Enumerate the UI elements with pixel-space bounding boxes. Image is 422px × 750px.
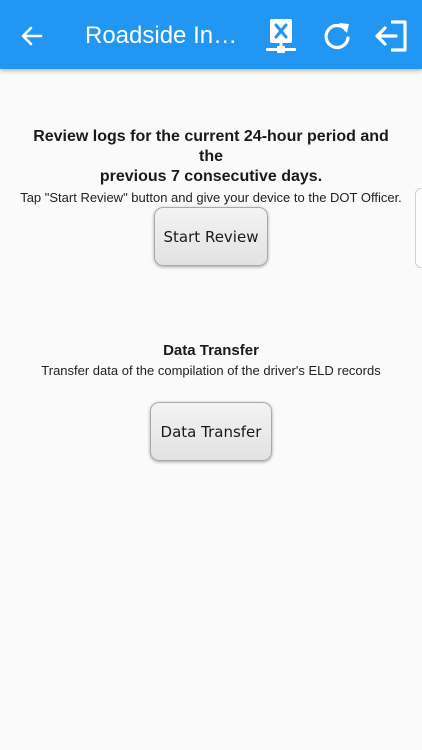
transfer-description: Transfer data of the compilation of the … [41, 363, 381, 378]
transfer-heading: Data Transfer [163, 342, 259, 359]
review-heading-line2: previous 7 consecutive days. [99, 168, 323, 185]
back-button[interactable] [14, 18, 50, 54]
logout-icon [375, 20, 407, 52]
refresh-icon [324, 23, 350, 50]
review-section: Review logs for the current 24-hour peri… [0, 127, 422, 207]
app-bar: Roadside Ins… [0, 0, 422, 69]
logout-button[interactable] [372, 16, 412, 56]
start-review-button[interactable]: Start Review [154, 207, 268, 266]
edge-drawer-handle[interactable] [415, 188, 422, 268]
page-title: Roadside Ins… [85, 22, 245, 49]
review-heading-line1: Review logs for the current 24-hour peri… [33, 128, 389, 165]
data-transfer-button[interactable]: Data Transfer [150, 402, 272, 461]
network-status-button[interactable] [261, 16, 301, 56]
network-disconnected-icon [266, 19, 296, 53]
refresh-button[interactable] [317, 16, 357, 56]
transfer-section: Data Transfer Transfer data of the compi… [0, 341, 422, 380]
arrow-left-icon [21, 26, 43, 46]
review-instructions: Tap "Start Review" button and give your … [20, 190, 402, 205]
